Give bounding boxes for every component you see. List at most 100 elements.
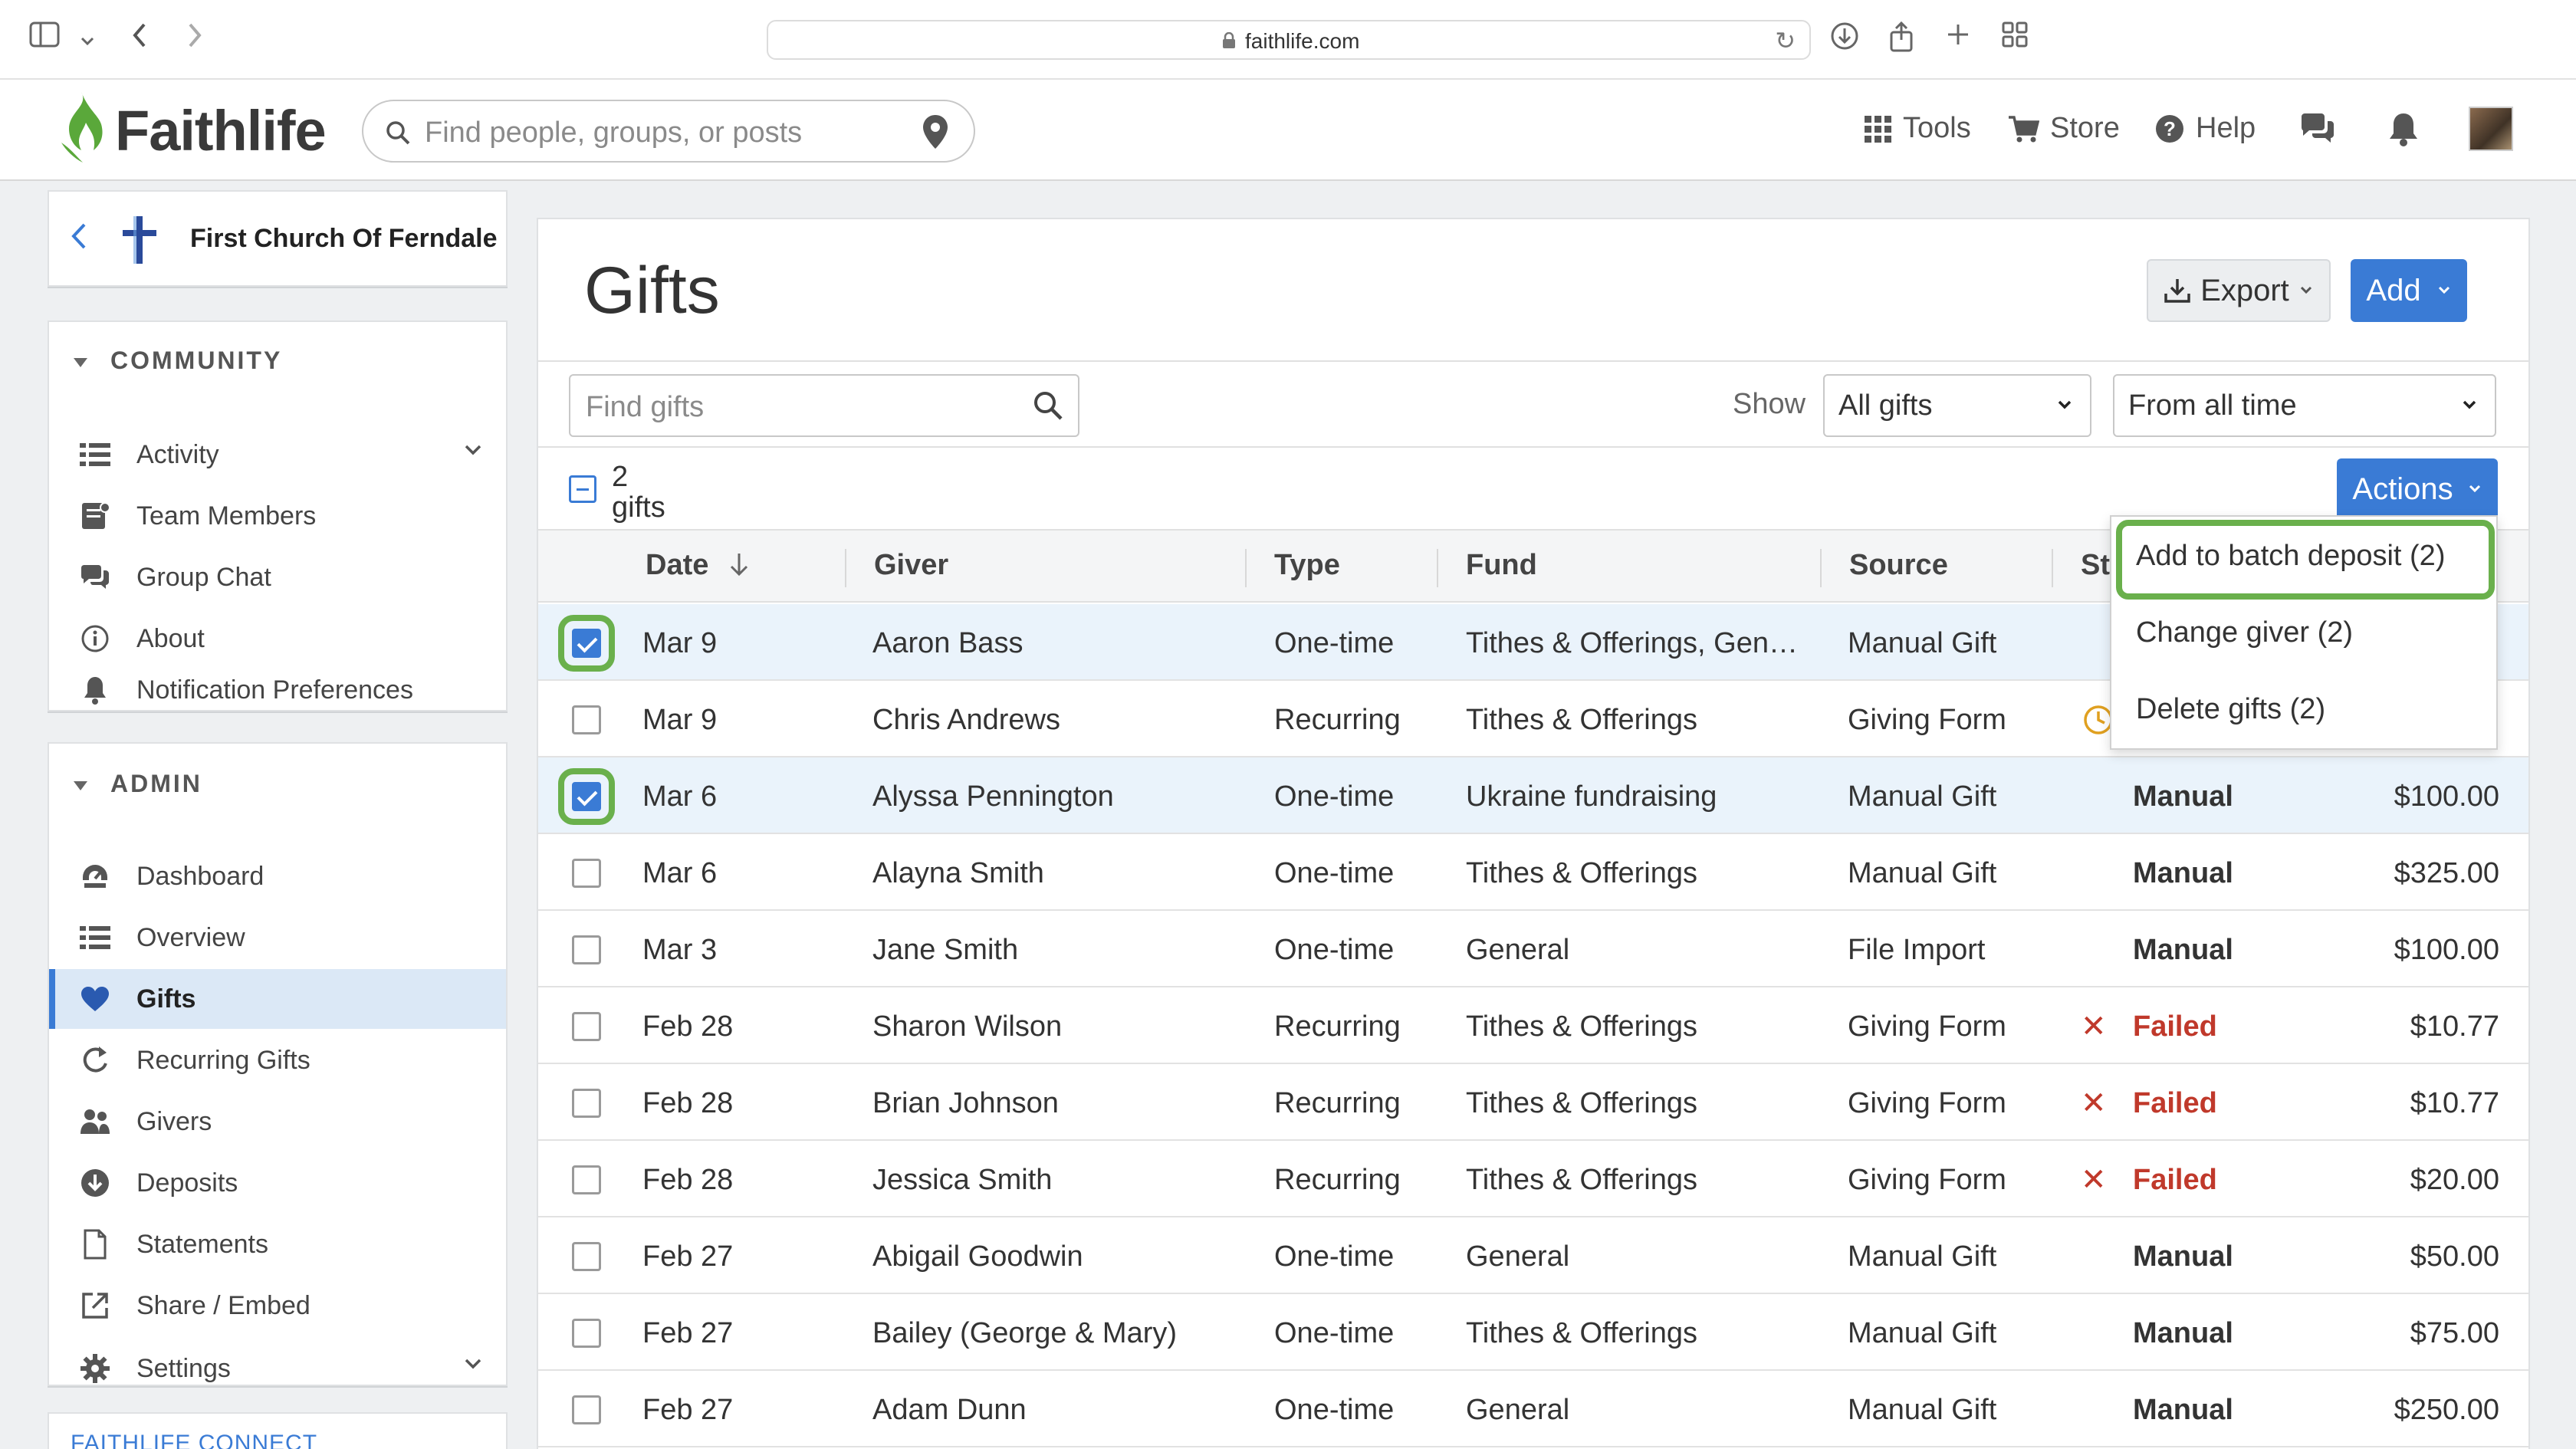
address-bar[interactable]: faithlife.com ↻ [767,20,1811,60]
help-label: Help [2196,112,2256,144]
church-cross-icon [123,216,156,264]
church-name[interactable]: First Church Of Ferndale [190,224,498,254]
sidebar-item-settings[interactable]: Settings [49,1339,506,1398]
menu-item-delete-gifts[interactable]: Delete gifts (2) [2136,693,2325,726]
row-checkbox[interactable] [572,859,601,888]
reload-icon[interactable]: ↻ [1775,26,1796,55]
table-row[interactable]: Feb 28 Brian Johnson Recurring Tithes & Off… [538,1064,2528,1141]
giver-cell[interactable]: Jane Smith [872,934,1018,967]
column-giver[interactable]: Giver [874,549,948,582]
sidebar-item-share-embed[interactable]: Share / Embed [49,1276,506,1336]
sidebar-item-recurring-gifts[interactable]: Recurring Gifts [49,1030,506,1090]
chevron-down-icon[interactable] [463,1357,483,1371]
time-filter-select[interactable]: From all time [2113,374,2496,437]
select-all-checkbox[interactable] [569,475,596,503]
row-checkbox[interactable] [572,1165,601,1194]
faithlife-connect-section[interactable]: FAITHLIFE CONNECT [48,1412,508,1449]
sidebar-item-dashboard[interactable]: Dashboard [49,846,506,906]
giver-cell[interactable]: Chris Andrews [872,704,1060,737]
column-type[interactable]: Type [1274,549,1340,582]
tab-overview-icon[interactable] [1998,21,2032,55]
sidebar-item-gifts[interactable]: Gifts [49,969,506,1029]
help-menu[interactable]: ? Help [2154,112,2256,145]
brand-name[interactable]: Faithlife [115,98,327,163]
location-pin-icon[interactable] [922,113,949,150]
table-row[interactable]: Feb 27 Abigail Goodwin One-time General Manu… [538,1217,2528,1294]
notification-bell-icon[interactable] [2387,110,2420,147]
giver-cell[interactable]: Alyssa Pennington [872,780,1114,813]
store-menu[interactable]: Store [2007,112,2120,145]
giver-cell[interactable]: Sharon Wilson [872,1010,1062,1043]
chevron-down-icon[interactable] [71,21,104,55]
sidebar-item-overview[interactable]: Overview [49,908,506,968]
chat-bubble-icon [78,560,112,594]
table-row[interactable]: Feb 27 Bailey (George & Mary) One-time Tith… [538,1294,2528,1371]
menu-item-change-giver[interactable]: Change giver (2) [2136,616,2353,649]
sidebar-item-activity[interactable]: Activity [49,425,506,485]
table-row[interactable]: Feb 27 Adam Dunn One-time General Manual Gif… [538,1371,2528,1447]
giver-cell[interactable]: Bailey (George & Mary) [872,1317,1177,1350]
add-button[interactable]: Add [2351,259,2467,322]
faithlife-connect-label: FAITHLIFE CONNECT [71,1431,318,1449]
giver-cell[interactable]: Alayna Smith [872,857,1044,890]
row-checkbox[interactable] [572,1089,601,1118]
sidebar-toggle-icon[interactable] [28,21,61,55]
giver-cell[interactable]: Abigail Goodwin [872,1240,1083,1273]
menu-item-add-to-batch-deposit[interactable]: Add to batch deposit (2) [2136,540,2445,573]
chat-icon[interactable] [2298,112,2337,146]
type-cell: One-time [1274,1317,1395,1349]
page-title: Gifts [584,254,720,327]
user-avatar[interactable] [2469,107,2513,151]
row-checkbox[interactable] [572,1395,601,1424]
sidebar-item-statements[interactable]: Statements [49,1214,506,1274]
table-row[interactable]: Mar 3 Jane Smith One-time General File Impor… [538,911,2528,987]
date-cell: Feb 27 [642,1240,734,1273]
row-checkbox[interactable] [572,935,601,964]
show-filter-select[interactable]: All gifts [1823,374,2091,437]
global-search-input[interactable]: Find people, groups, or posts [362,100,975,163]
sidebar-item-deposits[interactable]: Deposits [49,1153,506,1213]
find-gifts-input[interactable]: Find gifts [569,374,1079,437]
download-icon[interactable] [1828,21,1861,55]
column-fund[interactable]: Fund [1466,549,1537,582]
export-button[interactable]: Export [2147,259,2331,322]
share-icon[interactable] [1884,21,1918,55]
column-date[interactable]: Date [646,549,751,582]
table-row[interactable]: Mar 6 Alyssa Pennington One-time Ukraine fu… [538,757,2528,834]
source-cell: Manual Gift [1848,857,1997,889]
sidebar-item-notification-preferences[interactable]: Notification Preferences [49,670,506,710]
community-header[interactable]: COMMUNITY [74,347,282,375]
giver-cell[interactable]: Brian Johnson [872,1087,1059,1120]
row-checkbox[interactable] [572,1242,601,1271]
tools-menu[interactable]: Tools [1863,112,1971,145]
column-status[interactable]: St [2081,549,2110,582]
forward-arrow-icon[interactable] [178,21,212,55]
row-checkbox[interactable] [572,1012,601,1041]
table-row[interactable]: Feb 28 Jessica Smith Recurring Tithes & Off… [538,1141,2528,1217]
new-tab-icon[interactable] [1941,21,1975,55]
actions-button[interactable]: Actions [2337,458,2498,520]
chevron-down-icon[interactable] [463,443,483,457]
lock-icon [1223,32,1235,48]
sidebar-item-team-members[interactable]: Team Members [49,486,506,546]
source-cell: Giving Form [1848,704,2006,736]
fund-cell: Tithes & Offerings, Gen… [1466,627,1798,659]
row-checkbox[interactable] [572,1319,601,1348]
sidebar-item-about[interactable]: About [49,609,506,669]
column-source[interactable]: Source [1849,549,1948,582]
row-checkbox[interactable] [572,705,601,734]
sidebar-item-group-chat[interactable]: Group Chat [49,547,506,607]
giver-cell[interactable]: Aaron Bass [872,627,1023,660]
giver-cell[interactable]: Adam Dunn [872,1394,1027,1427]
chevron-down-icon [2438,286,2450,294]
giver-cell[interactable]: Jessica Smith [872,1164,1052,1197]
back-arrow-icon[interactable] [123,21,156,55]
back-chevron-icon[interactable] [71,221,87,259]
table-row[interactable]: Feb 28 Sharon Wilson Recurring Tithes & Off… [538,987,2528,1064]
admin-header[interactable]: ADMIN [74,770,202,798]
table-row[interactable]: Mar 6 Alayna Smith One-time Tithes & Offeri… [538,834,2528,911]
search-icon[interactable] [1032,389,1064,422]
faithlife-flame-icon[interactable] [58,89,106,166]
sidebar-item-givers[interactable]: Givers [49,1092,506,1152]
date-cell: Feb 28 [642,1010,734,1043]
